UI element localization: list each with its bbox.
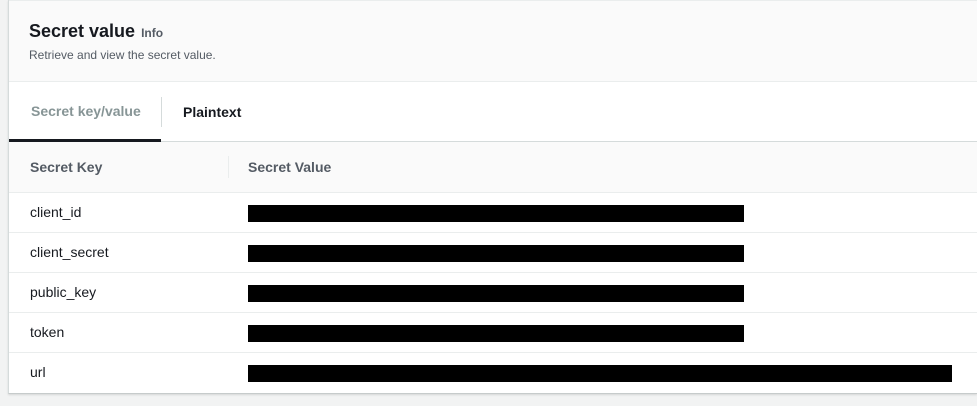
page-title: Secret value — [29, 21, 136, 41]
redaction-bar — [248, 205, 744, 222]
secret-value-panel: Secret value Info Retrieve and view the … — [8, 0, 977, 394]
table-row: url — [9, 352, 977, 392]
redaction-bar — [248, 325, 744, 342]
panel-header: Secret value Info Retrieve and view the … — [9, 0, 977, 82]
secret-value-cell — [228, 272, 977, 313]
title-row: Secret value Info — [29, 21, 977, 42]
info-link[interactable]: Info — [141, 26, 163, 40]
tab-secret-key-value[interactable]: Secret key/value — [9, 82, 161, 142]
table-header-row: Secret Key Secret Value — [9, 142, 977, 193]
secret-value-cell — [228, 232, 977, 273]
tab-bar: Secret key/value Plaintext — [9, 82, 977, 142]
table-row: client_id — [9, 192, 977, 233]
secret-key-cell: url — [30, 364, 46, 381]
secret-value-cell — [228, 192, 977, 233]
column-header-secret-key: Secret Key — [9, 142, 228, 193]
secret-key-cell: token — [9, 312, 228, 353]
secret-key-cell: client_secret — [9, 232, 228, 273]
secret-value-cell — [228, 312, 977, 353]
secret-key-cell: public_key — [9, 272, 228, 313]
table-row: public_key — [9, 272, 977, 313]
redaction-bar — [248, 285, 744, 302]
redaction-bar — [248, 245, 744, 262]
column-header-secret-value: Secret Value — [228, 142, 977, 193]
tab-plaintext[interactable]: Plaintext — [162, 82, 241, 142]
redaction-bar — [248, 365, 952, 383]
page-subtitle: Retrieve and view the secret value. — [29, 48, 216, 62]
secret-key-cell: client_id — [9, 192, 228, 233]
table-row: token — [9, 312, 977, 353]
secret-table: Secret Key Secret Value client_id client… — [9, 142, 977, 392]
secret-value-cell — [228, 352, 977, 392]
table-row: client_secret — [9, 232, 977, 273]
